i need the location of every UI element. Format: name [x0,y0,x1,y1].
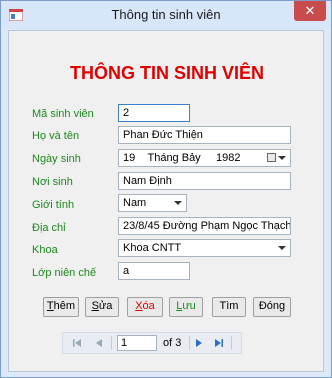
window-title: Thông tin sinh viên [111,7,221,22]
record-navigator: 1 of 3 [62,332,242,354]
full-name-label: Họ và tên [32,130,80,142]
record-position-input[interactable]: 1 [117,335,157,351]
faculty-label: Khoa [32,244,58,256]
navigator-separator [231,336,232,350]
record-count: of 3 [163,337,182,349]
delete-button[interactable]: Xóa [127,297,163,317]
student-id-input[interactable]: 2 [118,104,190,122]
window-close-button[interactable]: ✕ [294,1,326,21]
app-window: Thông tin sinh viên ✕ THÔNG TIN SINH VIÊ… [0,0,332,378]
edit-button[interactable]: Sửa [85,297,119,317]
address-label: Địa chỉ [32,222,66,234]
full-name-input[interactable]: Phan Đức Thiện [118,126,291,144]
gender-label: Giới tính [32,199,75,211]
birth-date-label: Ngày sinh [32,153,81,165]
previous-record-icon[interactable] [93,337,105,349]
birth-date-picker[interactable]: 19 Tháng Bảy 1982 [118,149,291,167]
birth-year[interactable]: 1982 [216,152,240,164]
add-button[interactable]: Thêm [43,297,79,317]
navigator-separator [189,336,190,350]
chevron-down-icon[interactable] [278,156,286,160]
class-input[interactable]: a [118,262,190,280]
form-body: THÔNG TIN SINH VIÊN Mã sinh viên 2 Họ và… [8,30,324,372]
calendar-icon[interactable] [267,153,276,162]
gender-value: Nam [123,197,147,209]
class-label: Lớp niên chế [32,267,97,279]
birth-place-label: Nơi sinh [32,176,73,188]
student-id-label: Mã sinh viên [32,108,94,120]
title-bar: Thông tin sinh viên ✕ [1,1,331,29]
address-input[interactable]: 23/8/45 Đường Phạm Ngọc Thạch, Phư [118,217,291,235]
faculty-value: Khoa CNTT [123,242,182,254]
last-record-icon[interactable] [213,337,225,349]
gender-select[interactable]: Nam [118,194,187,212]
close-button[interactable]: Đóng [253,297,291,317]
save-button[interactable]: Lưu [169,297,203,317]
next-record-icon[interactable] [193,337,205,349]
chevron-down-icon[interactable] [278,246,286,250]
birth-day[interactable]: 19 [123,152,135,164]
first-record-icon[interactable] [71,337,83,349]
birth-month[interactable]: Tháng Bảy [147,152,200,164]
chevron-down-icon[interactable] [174,201,182,205]
form-heading: THÔNG TIN SINH VIÊN [69,63,264,83]
navigator-separator [111,336,112,350]
search-button[interactable]: Tìm [212,297,246,317]
faculty-select[interactable]: Khoa CNTT [118,239,291,257]
birth-place-input[interactable]: Nam Định [118,172,291,190]
